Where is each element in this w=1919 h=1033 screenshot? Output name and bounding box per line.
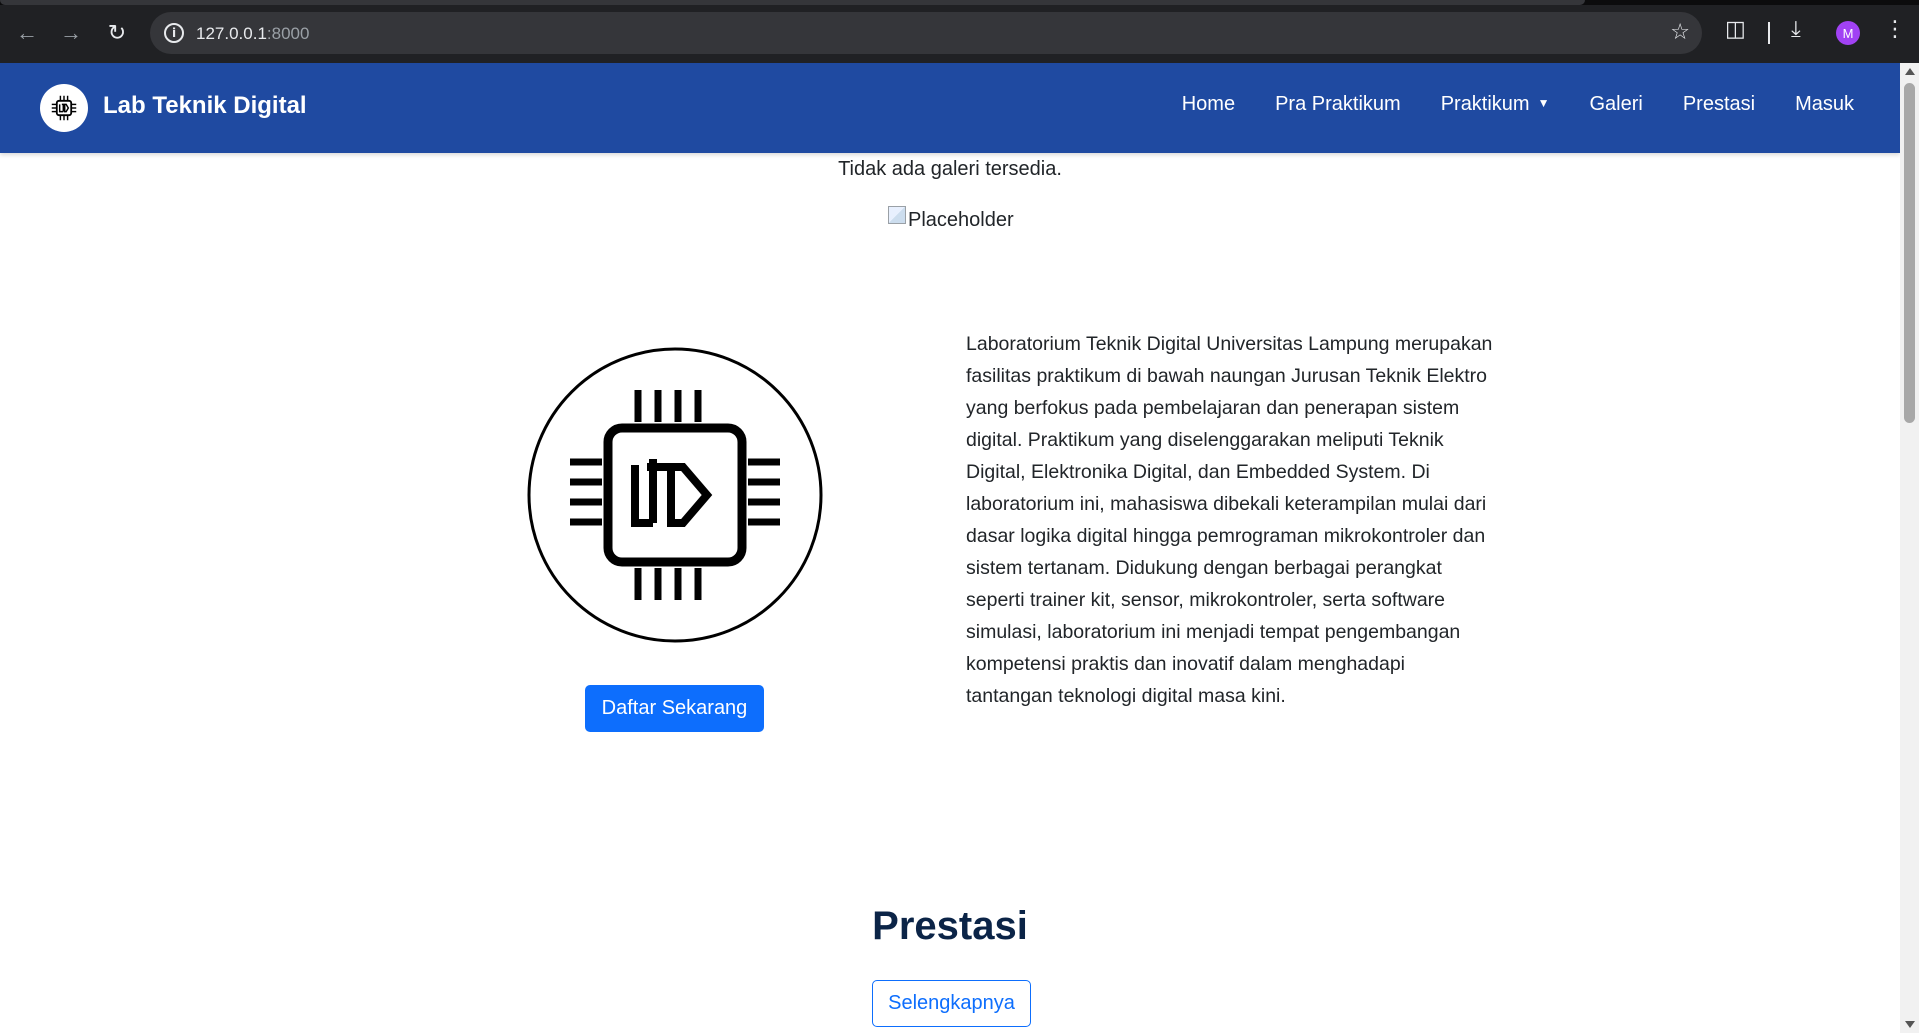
download-icon[interactable]: ⤓ <box>1791 17 1801 42</box>
site-navbar: Lab Teknik Digital Home Pra Praktikum Pr… <box>0 63 1900 153</box>
kebab-menu-icon[interactable]: ⋮ <box>1884 17 1906 42</box>
broken-image-icon <box>888 205 906 224</box>
reload-icon[interactable]: ↻ <box>102 18 132 48</box>
ltd-chip-logo-icon[interactable] <box>40 84 88 132</box>
toolbar-divider <box>1768 22 1770 44</box>
active-tab[interactable] <box>0 0 1585 5</box>
gallery-empty-message: Tidak ada galeri tersedia. <box>838 158 1062 180</box>
nav-link-prestasi[interactable]: Prestasi <box>1683 93 1755 116</box>
arrow-right-icon[interactable]: → <box>56 18 86 48</box>
ltd-chip-logo-icon <box>527 347 823 643</box>
page-scrollbar[interactable] <box>1900 63 1919 1033</box>
profile-avatar[interactable]: M <box>1836 21 1860 45</box>
nav-link-masuk[interactable]: Masuk <box>1795 93 1854 116</box>
scroll-up-arrow-icon[interactable] <box>1905 68 1915 75</box>
star-icon[interactable]: ☆ <box>1670 20 1690 45</box>
placeholder-alt-text: Placeholder <box>908 209 1014 231</box>
address-bar[interactable]: i 127.0.0.1:8000 ☆ <box>150 12 1702 54</box>
scroll-down-arrow-icon[interactable] <box>1905 1021 1915 1028</box>
url-port: :8000 <box>266 24 310 43</box>
nav-links: Home Pra Praktikum Praktikum ▼ Galeri Pre… <box>1182 93 1854 116</box>
scrollbar-thumb[interactable] <box>1904 83 1915 423</box>
nav-link-pra-praktikum[interactable]: Pra Praktikum <box>1275 93 1401 116</box>
browser-toolbar: ← → ↻ i 127.0.0.1:8000 ☆ ◫ ⤓ M ⋮ <box>0 0 1919 63</box>
arrow-left-icon[interactable]: ← <box>12 18 42 48</box>
url-text[interactable]: 127.0.0.1:8000 <box>196 24 309 44</box>
url-host: 127.0.0.1 <box>196 24 267 43</box>
nav-link-praktikum-dropdown[interactable]: Praktikum ▼ <box>1441 93 1550 116</box>
lab-description: Laboratorium Teknik Digital Universitas … <box>966 333 1493 707</box>
prestasi-section-title: Prestasi <box>872 904 1028 948</box>
register-now-button[interactable]: Daftar Sekarang <box>585 685 764 732</box>
ltd-logo-small-svg <box>51 95 77 121</box>
brand-name[interactable]: Lab Teknik Digital <box>103 92 307 120</box>
nav-link-praktikum-label: Praktikum <box>1440 93 1530 115</box>
page-viewport: Lab Teknik Digital Home Pra Praktikum Pr… <box>0 63 1900 1033</box>
nav-link-home[interactable]: Home <box>1182 93 1235 116</box>
puzzle-icon[interactable]: ◫ <box>1725 17 1746 42</box>
prestasi-more-button[interactable]: Selengkapnya <box>872 980 1031 1027</box>
gallery-placeholder-image: Placeholder <box>888 205 1014 232</box>
caret-down-icon: ▼ <box>1537 96 1550 110</box>
info-icon[interactable]: i <box>164 23 184 43</box>
nav-link-galeri[interactable]: Galeri <box>1589 93 1642 116</box>
